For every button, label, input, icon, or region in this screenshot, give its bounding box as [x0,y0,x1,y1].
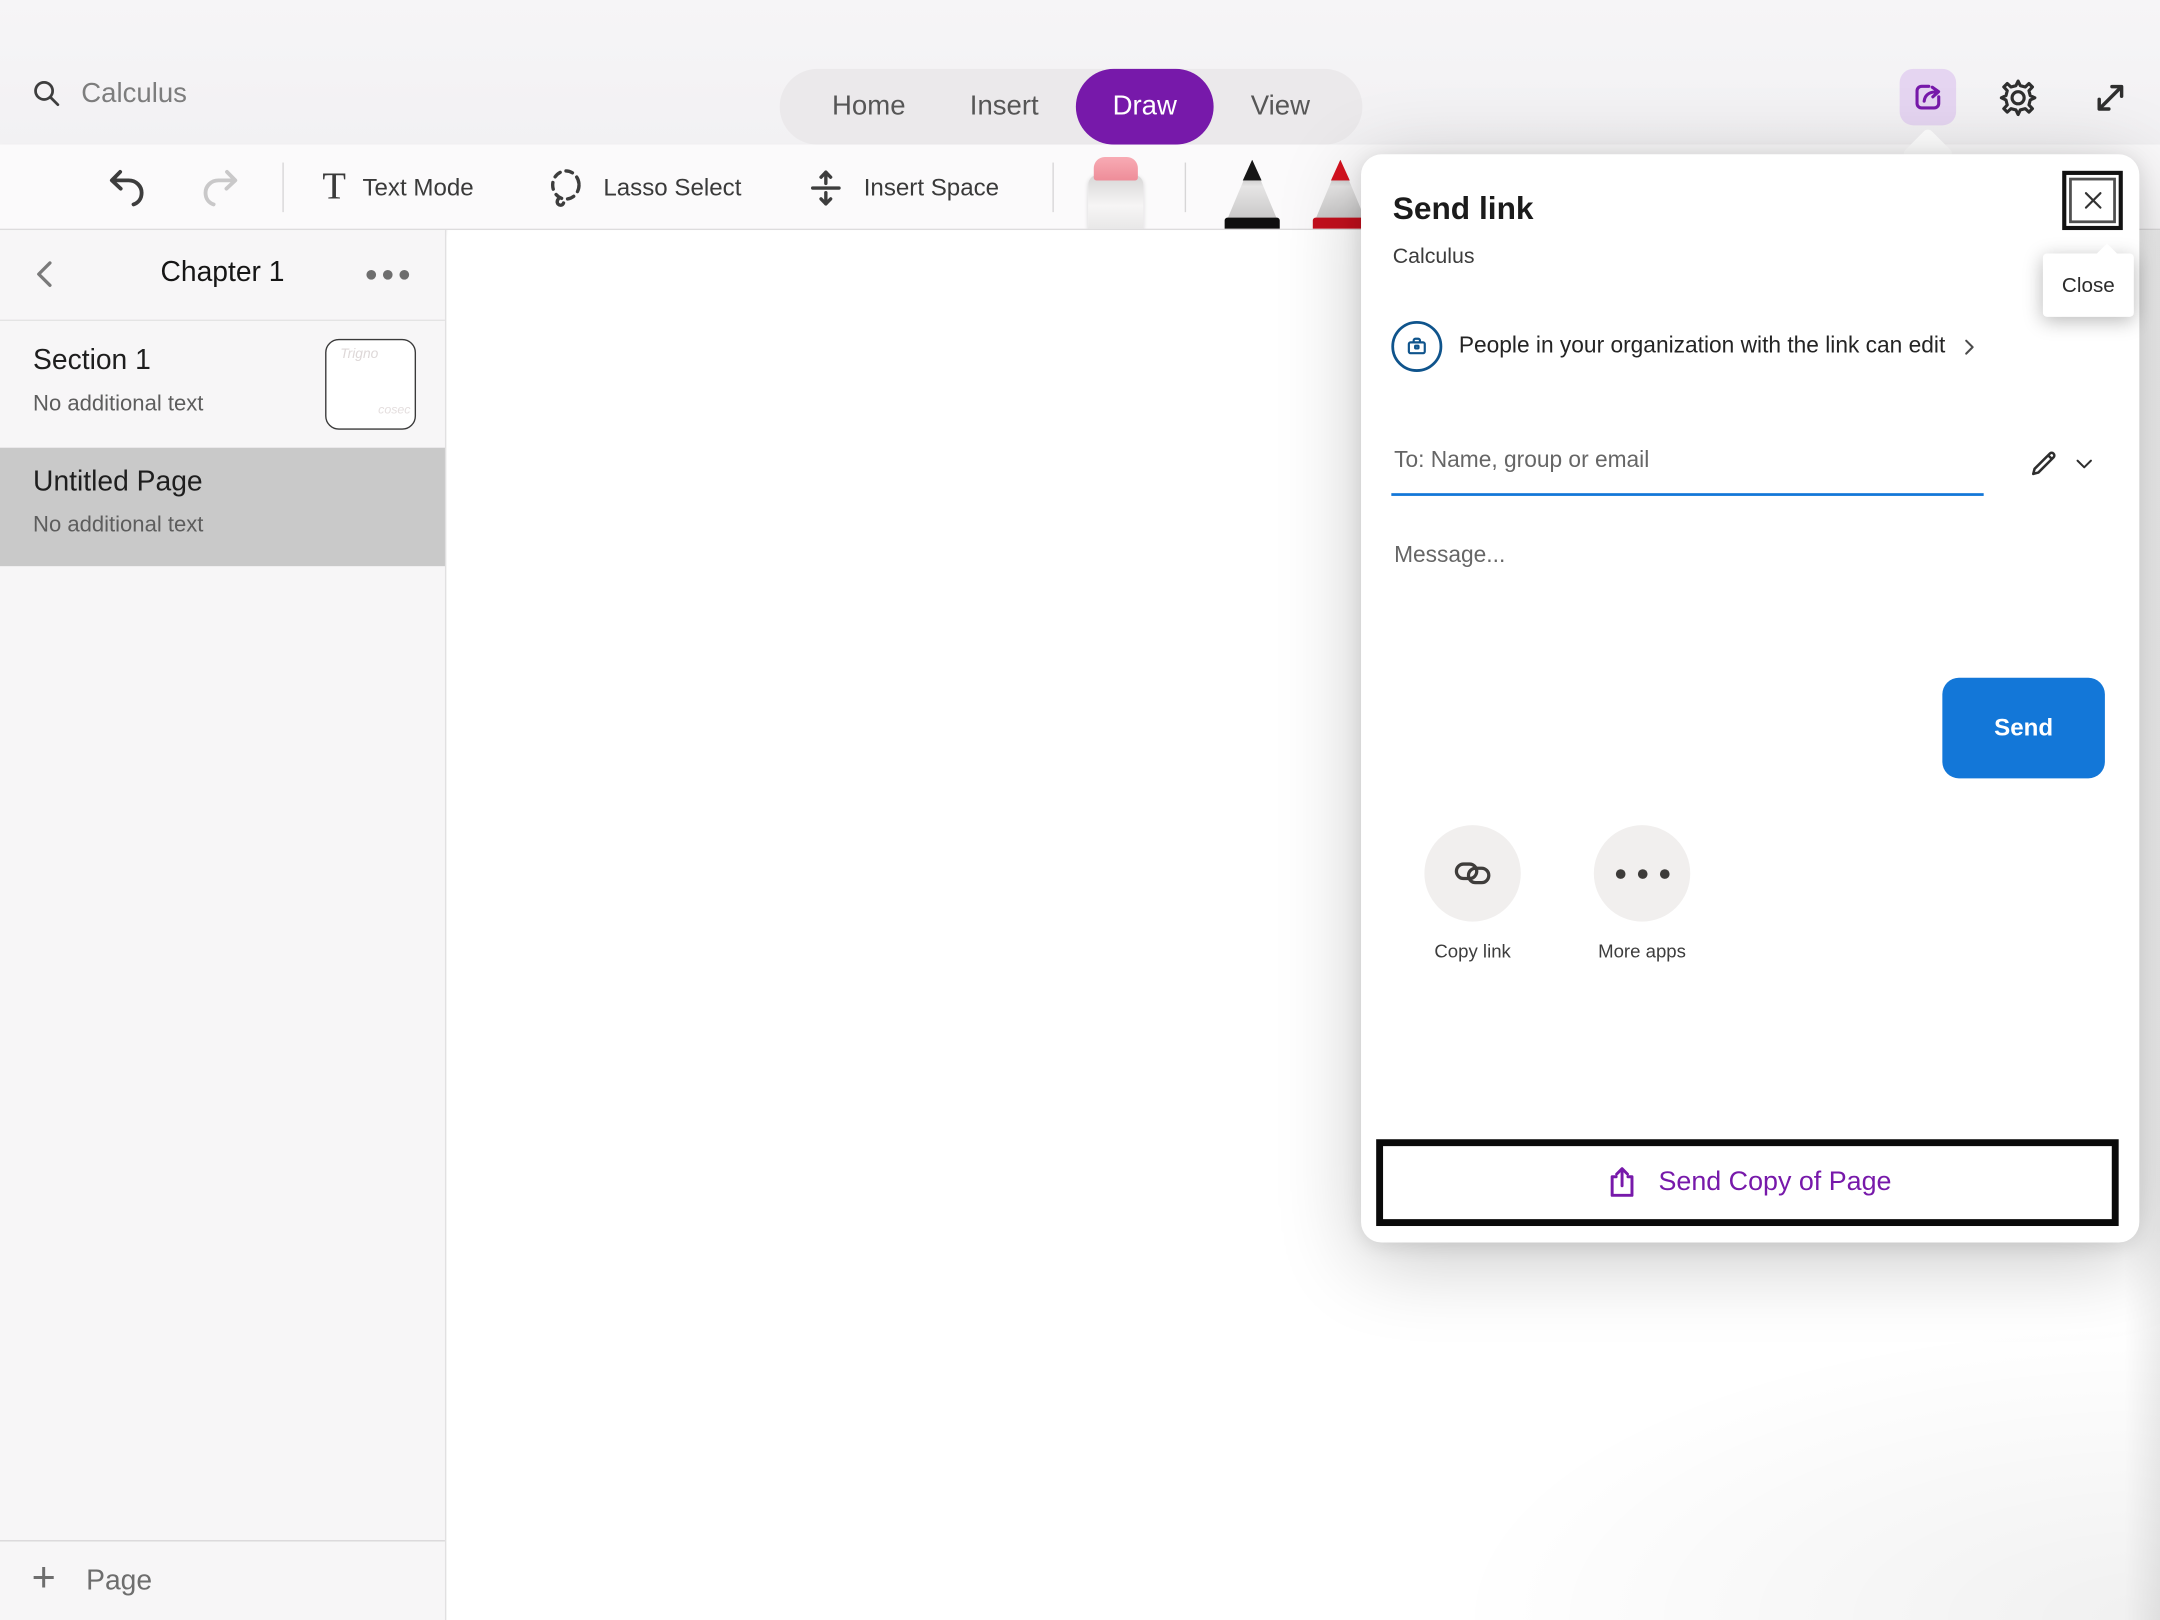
more-apps-action[interactable]: More apps [1566,825,1718,961]
send-button[interactable]: Send [1942,678,2105,779]
export-icon [1603,1163,1640,1203]
send-link-dialog: Send link Calculus Close [1361,154,2139,1242]
ellipsis-icon [366,269,376,279]
search-icon [30,77,63,110]
tab-draw[interactable]: Draw [1075,69,1214,145]
pencil-icon [2026,445,2062,481]
add-page-button[interactable]: + Page [0,1540,445,1620]
toolbar-divider [1185,163,1186,213]
to-field-wrap [1391,437,1983,496]
send-copy-of-page-button[interactable]: Send Copy of Page [1376,1139,2118,1226]
more-icon [1615,869,1669,879]
share-button[interactable] [1900,69,1956,125]
text-mode-button[interactable]: T Text Mode [322,145,473,230]
undo-icon [105,165,149,209]
page-list-sidebar: Chapter 1 Section 1 No additional text T… [0,230,446,1620]
page-list-item-untitled[interactable]: Untitled Page No additional text [0,448,445,566]
lasso-select-icon [544,166,587,209]
dialog-subtitle: Calculus [1393,245,1475,270]
insert-space-button[interactable]: Insert Space [804,145,999,230]
close-icon [2078,186,2107,215]
edit-recipients-button[interactable] [2026,445,2062,481]
top-app-bar: Calculus Home Insert Draw View [0,0,2160,145]
message-field-wrap [1391,537,2080,574]
toolbar-divider [1052,163,1053,213]
ribbon-tabs: Home Insert Draw View [780,69,1363,145]
dialog-title: Send link [1393,190,1534,227]
eraser-tool[interactable] [1088,157,1143,226]
chevron-right-icon [1959,335,1980,360]
notebook-search[interactable]: Calculus [30,77,187,110]
tab-home[interactable]: Home [813,69,925,145]
redo-button[interactable] [198,145,242,230]
expand-icon [2090,77,2131,118]
toolbar-divider [282,163,283,213]
link-permission-row[interactable]: People in your organization with the lin… [1391,320,2107,372]
app-window: Calculus Home Insert Draw View [0,0,2160,1620]
close-button[interactable] [2062,171,2123,230]
tab-insert[interactable]: Insert [951,69,1058,145]
gear-icon [1996,76,2040,120]
fullscreen-button[interactable] [2086,73,2136,123]
tab-view[interactable]: View [1232,69,1330,145]
section-more-button[interactable] [357,247,418,302]
redo-icon [198,165,242,209]
undo-button[interactable] [105,145,149,230]
insert-space-icon [804,166,847,209]
page-thumbnail: Trigno cosec [325,339,416,430]
page-list-item-section1[interactable]: Section 1 No additional text Trigno cose… [0,326,445,444]
black-pen-tool[interactable] [1223,160,1281,229]
link-icon [1449,853,1496,894]
share-icon [1909,79,1946,116]
settings-button[interactable] [1993,73,2043,123]
copy-link-action[interactable]: Copy link [1397,825,1549,961]
plus-icon: + [32,1558,56,1599]
organization-icon [1391,320,1442,371]
to-input[interactable] [1391,437,1983,496]
text-mode-icon: T [322,168,346,207]
eraser-body [1088,175,1143,230]
message-input[interactable] [1391,537,2080,574]
chevron-down-icon [2070,452,2098,477]
recipients-dropdown-button[interactable] [2070,452,2098,477]
lasso-select-button[interactable]: Lasso Select [544,145,741,230]
notebook-title: Calculus [81,78,187,110]
sidebar-header: Chapter 1 [0,230,445,321]
close-tooltip: Close [2043,253,2134,316]
eraser-cap [1094,157,1138,180]
